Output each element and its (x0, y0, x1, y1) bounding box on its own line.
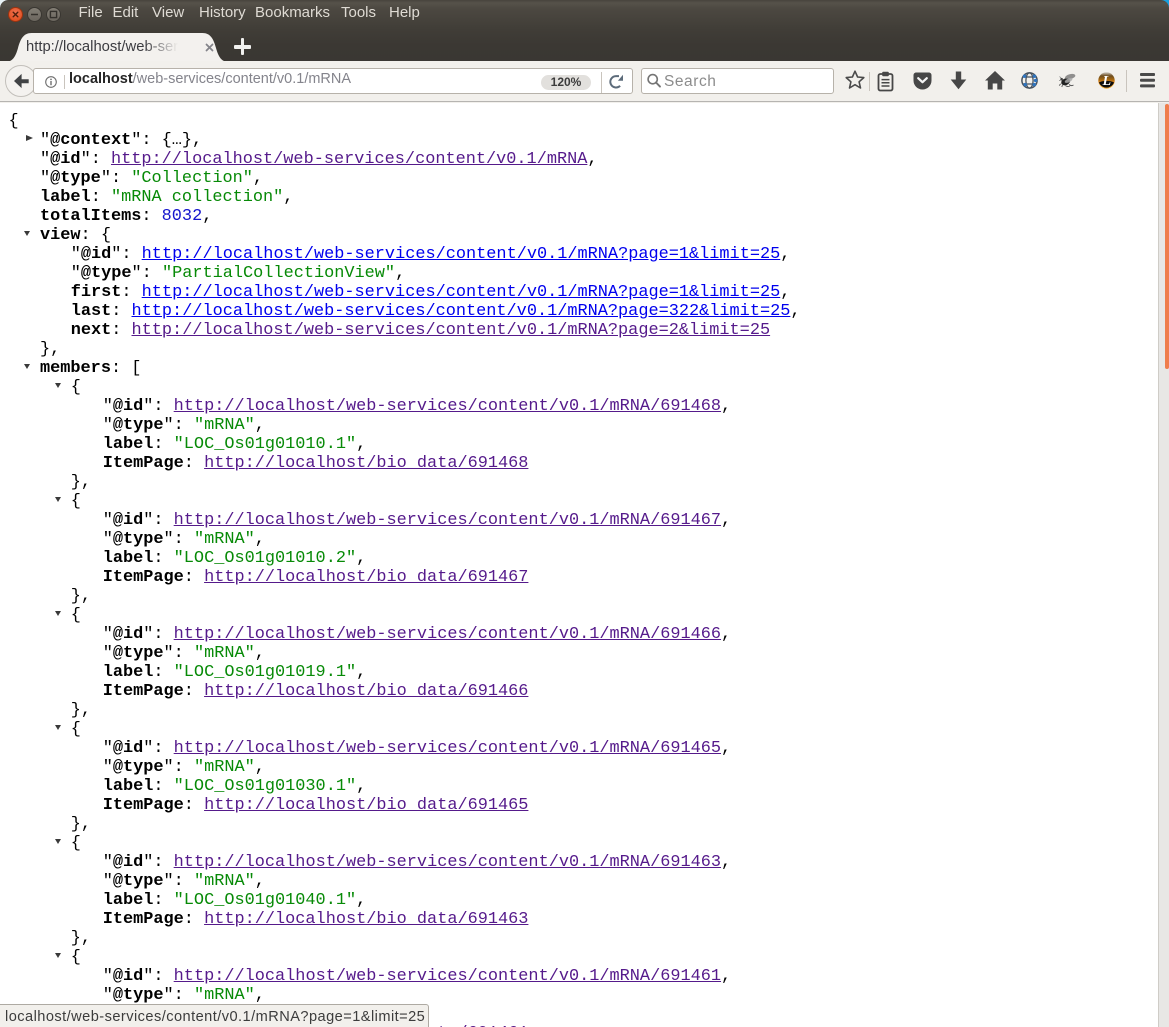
svg-text:L: L (1102, 74, 1112, 89)
